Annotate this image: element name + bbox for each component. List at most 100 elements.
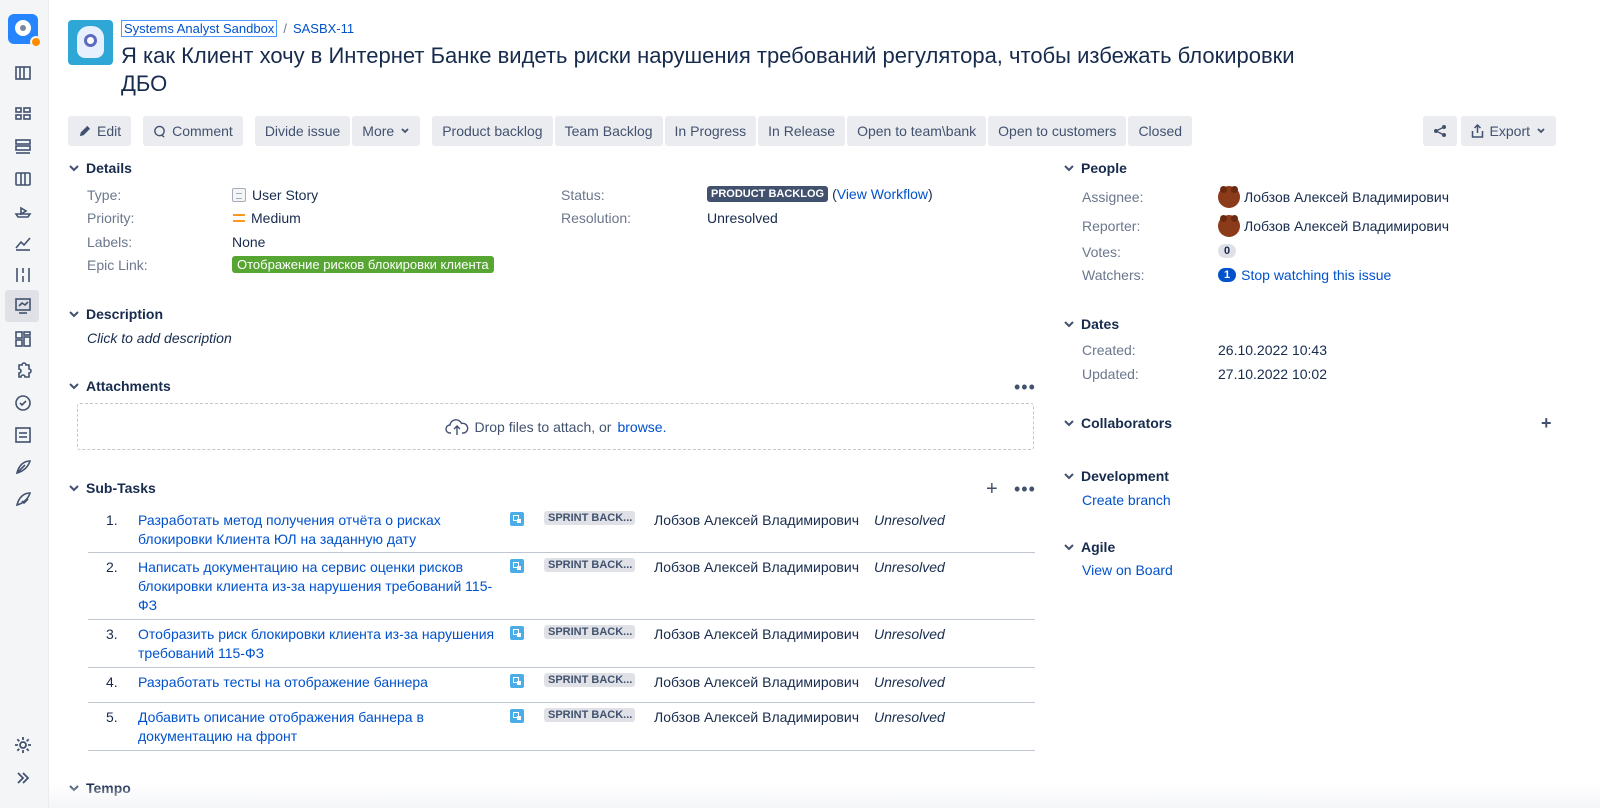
transition-in-release-button[interactable]: In Release	[758, 116, 846, 146]
browse-link[interactable]: browse.	[617, 419, 666, 435]
more-button-label: More	[362, 123, 395, 139]
transition-team-backlog-button[interactable]: Team Backlog	[554, 116, 663, 146]
subtask-status-lozenge: SPRINT BACK...	[544, 708, 635, 722]
edit-button[interactable]: Edit	[68, 116, 132, 146]
details-toggle[interactable]: Details	[68, 160, 132, 176]
expand-sidebar-icon[interactable]	[13, 768, 33, 788]
kanban-icon[interactable]	[13, 169, 33, 189]
description-toggle[interactable]: Description	[68, 306, 163, 322]
subtask-summary-link[interactable]: Отобразить риск блокировки клиента из-за…	[138, 625, 498, 663]
table-row: 2. Написать документацию на сервис оценк…	[88, 553, 1035, 620]
time-icon[interactable]	[13, 393, 33, 413]
checklist-icon[interactable]	[13, 425, 33, 445]
add-collaborator-plus-icon[interactable]: +	[1541, 413, 1552, 433]
subtasks-more-icon[interactable]: •••	[1014, 480, 1036, 498]
backlog-icon[interactable]	[13, 137, 33, 157]
transition-closed-button[interactable]: Closed	[1128, 116, 1193, 146]
subtask-summary-link[interactable]: Написать документацию на сервис оценки р…	[138, 558, 498, 615]
epic-lozenge[interactable]: Отображение рисков блокировки клиента	[232, 256, 494, 273]
description-placeholder[interactable]: Click to add description	[87, 330, 232, 346]
subtask-status-lozenge: SPRINT BACK...	[544, 511, 635, 525]
reports-icon[interactable]	[13, 233, 33, 253]
dates-heading: Dates	[1081, 316, 1120, 332]
labels-label: Labels:	[87, 234, 133, 250]
reporter-name: Лобзов Алексей Владимирович	[1244, 218, 1449, 234]
transition-open-to-team-bank-button[interactable]: Open to team\bank	[847, 116, 987, 146]
table-row: 4. Разработать тесты на отображение банн…	[88, 668, 1035, 703]
type-value-text: User Story	[252, 187, 319, 203]
create-branch-link[interactable]: Create branch	[1082, 492, 1171, 508]
pages-icon[interactable]	[13, 329, 33, 349]
settings-gear-icon[interactable]	[13, 735, 33, 755]
subtasks-heading: Sub-Tasks	[86, 480, 156, 496]
share-button[interactable]	[1422, 116, 1457, 146]
transition-in-progress-button[interactable]: In Progress	[664, 116, 757, 146]
issues-icon[interactable]	[13, 296, 33, 316]
components-icon[interactable]	[13, 265, 33, 285]
export-button[interactable]: Export	[1460, 116, 1556, 146]
project-avatar[interactable]	[68, 20, 113, 65]
subtask-summary-link[interactable]: Разработать тесты на отображение баннера	[138, 673, 498, 692]
development-toggle[interactable]: Development	[1063, 468, 1169, 484]
status-lozenge: PRODUCT BACKLOG	[707, 186, 829, 202]
breadcrumb-project-link[interactable]: Systems Analyst Sandbox	[121, 20, 278, 37]
attachments-more-icon[interactable]: •••	[1014, 378, 1036, 396]
feather-icon[interactable]	[13, 457, 33, 477]
breadcrumb: Systems Analyst Sandbox / SASBX-11	[121, 20, 354, 37]
divide-issue-button[interactable]: Divide issue	[254, 116, 351, 146]
collaborators-heading: Collaborators	[1081, 415, 1173, 431]
add-subtask-plus-icon[interactable]: +	[986, 479, 998, 499]
attachments-toggle[interactable]: Attachments	[68, 378, 171, 394]
more-button[interactable]: More	[352, 116, 421, 146]
issue-summary[interactable]: Я как Клиент хочу в Интернет Банке видет…	[121, 42, 1341, 98]
view-workflow-close-paren: )	[928, 186, 933, 202]
view-workflow-link[interactable]: View Workflow	[837, 186, 928, 202]
stop-watching-link[interactable]: Stop watching this issue	[1241, 267, 1391, 283]
subtask-assignee: Лобзов Алексей Владимирович	[654, 674, 859, 690]
table-row: 1. Разработать метод получения отчёта о …	[88, 506, 1035, 553]
table-row: 5. Добавить описание отображения баннера…	[88, 703, 1035, 751]
board-icon[interactable]	[13, 63, 33, 83]
feather-check-icon[interactable]	[13, 489, 33, 509]
subtask-assignee: Лобзов Алексей Владимирович	[654, 512, 859, 528]
assignee-value[interactable]: Лобзов Алексей Владимирович	[1218, 186, 1449, 208]
jira-logo-icon[interactable]	[8, 14, 42, 48]
export-button-label: Export	[1489, 123, 1530, 139]
status-label: Status:	[561, 187, 605, 203]
collaborators-toggle[interactable]: Collaborators	[1063, 415, 1172, 431]
subtask-status-lozenge: SPRINT BACK...	[544, 673, 635, 687]
subtask-resolution: Unresolved	[874, 626, 945, 642]
dates-toggle[interactable]: Dates	[1063, 316, 1119, 332]
roadmap-icon[interactable]	[13, 105, 33, 125]
labels-value[interactable]: None	[232, 234, 265, 250]
breadcrumb-issue-key-link[interactable]: SASBX-11	[293, 21, 354, 36]
votes-value[interactable]: 0	[1218, 244, 1237, 258]
releases-icon[interactable]	[13, 201, 33, 221]
subtask-summary-link[interactable]: Разработать метод получения отчёта о рис…	[138, 511, 498, 549]
epic-link-value[interactable]: Отображение рисков блокировки клиента	[232, 256, 494, 273]
assignee-label: Assignee:	[1082, 189, 1144, 205]
chevron-down-icon	[1064, 165, 1074, 172]
chevron-down-icon	[69, 311, 79, 318]
chevron-down-icon	[401, 128, 409, 134]
view-on-board-link[interactable]: View on Board	[1082, 562, 1173, 578]
addons-icon[interactable]	[13, 361, 33, 381]
pencil-icon	[79, 125, 91, 136]
comment-button[interactable]: Comment	[143, 116, 243, 146]
attachment-dropzone[interactable]: Drop files to attach, or browse.	[77, 403, 1034, 450]
watchers-count-badge[interactable]: 1	[1218, 268, 1237, 282]
subtask-assignee: Лобзов Алексей Владимирович	[654, 559, 859, 575]
subtask-status-lozenge: SPRINT BACK...	[544, 558, 635, 572]
transition-product-backlog-button[interactable]: Product backlog	[432, 116, 553, 146]
reporter-value[interactable]: Лобзов Алексей Владимирович	[1218, 215, 1449, 237]
subtask-assignee: Лобзов Алексей Владимирович	[654, 626, 859, 642]
transition-open-to-customers-button[interactable]: Open to customers	[988, 116, 1127, 146]
subtasks-toggle[interactable]: Sub-Tasks	[68, 480, 156, 496]
people-toggle[interactable]: People	[1063, 160, 1127, 176]
priority-value[interactable]: Medium	[233, 210, 301, 226]
details-heading: Details	[86, 160, 132, 176]
chevron-down-icon	[69, 383, 79, 390]
agile-toggle[interactable]: Agile	[1063, 539, 1115, 555]
resolution-value: Unresolved	[707, 210, 778, 226]
subtask-summary-link[interactable]: Добавить описание отображения баннера в …	[138, 708, 498, 746]
